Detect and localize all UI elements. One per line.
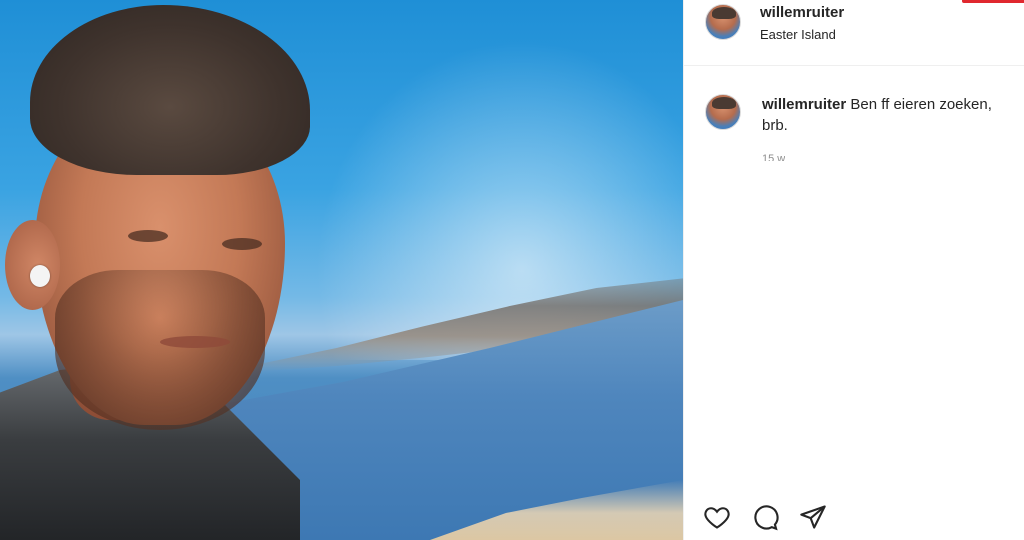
comment-bubble-icon <box>754 505 779 531</box>
action-bar <box>702 500 828 534</box>
comment-avatar[interactable] <box>705 94 741 130</box>
share-button[interactable] <box>798 502 828 532</box>
hair <box>30 5 310 175</box>
comment-username[interactable]: willemruiter <box>762 96 846 113</box>
comment-button[interactable] <box>750 502 780 532</box>
earbud <box>30 265 50 287</box>
comment-text: willemruiter Ben ff eieren zoeken, brb. <box>762 94 1017 136</box>
mouth <box>160 336 230 348</box>
heart-icon <box>704 507 730 529</box>
right-eye <box>222 238 262 250</box>
post-sidebar: willemruiter Easter Island willemruiter … <box>683 0 1024 540</box>
like-button[interactable] <box>702 502 732 532</box>
post-header: willemruiter Easter Island <box>684 0 1024 66</box>
paper-plane-icon <box>800 505 826 529</box>
left-eye <box>128 230 168 242</box>
avatar[interactable] <box>705 4 741 40</box>
comment-timestamp[interactable]: 15 w <box>762 152 785 161</box>
ear <box>5 220 60 310</box>
post-photo[interactable] <box>0 0 683 540</box>
post-location[interactable]: Easter Island <box>760 27 836 42</box>
beard <box>55 270 265 430</box>
post-username[interactable]: willemruiter <box>760 4 844 21</box>
